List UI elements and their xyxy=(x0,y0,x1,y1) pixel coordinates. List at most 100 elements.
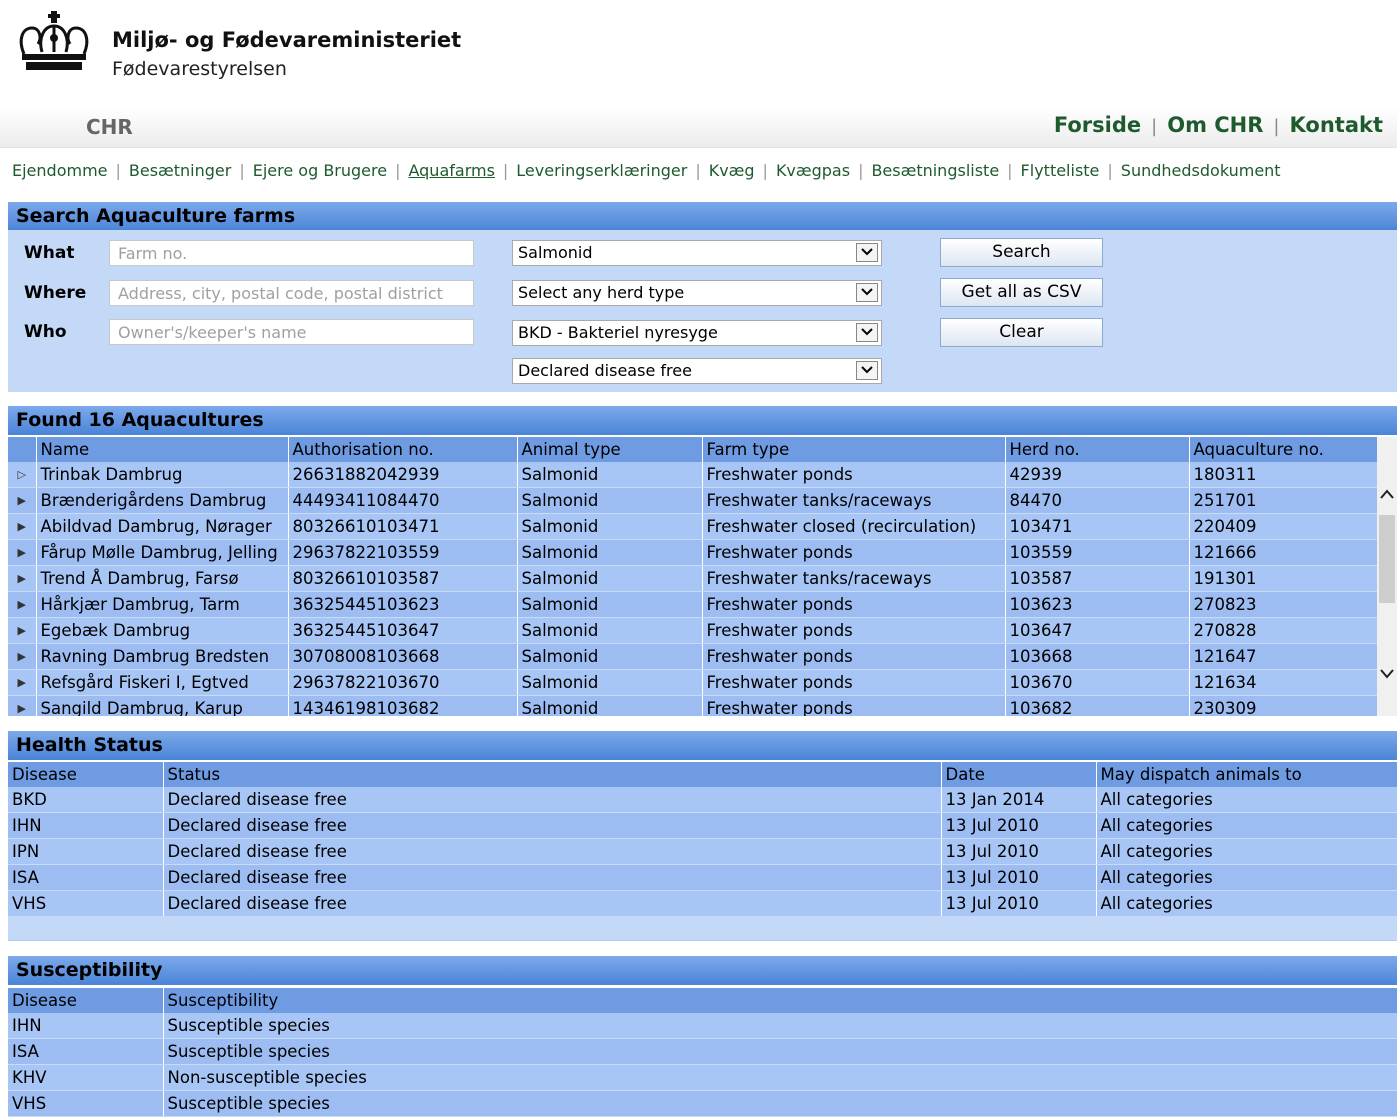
separator: | xyxy=(762,161,768,180)
farm-row[interactable]: ▶ Brænderigårdens Dambrug 44493411084470 Sa… xyxy=(8,487,1378,514)
table-cell: All categories xyxy=(1096,864,1397,891)
health-status-title: Health Status xyxy=(8,731,1397,760)
nav-kvaegpas[interactable]: Kvægpas xyxy=(776,161,850,180)
table-cell: All categories xyxy=(1096,787,1397,813)
animal-type-select[interactable]: Salmonid xyxy=(512,240,882,266)
table-row: BKD Declared disease free 13 Jan 2014 All c… xyxy=(8,787,1397,813)
search-button[interactable]: Search xyxy=(940,238,1103,267)
farm-row[interactable]: ▶ Ravning Dambrug Bredsten 30708008103668 S… xyxy=(8,643,1378,670)
table-cell: Salmonid xyxy=(517,695,703,716)
health-table: Disease Status Date May dispatch animals… xyxy=(8,762,1397,917)
nav-besaetninger[interactable]: Besætninger xyxy=(129,161,231,180)
main-nav: Ejendomme | Besætninger | Ejere og Brugere | A… xyxy=(12,161,1281,180)
farm-row[interactable]: ▶ Egebæk Dambrug 36325445103647 Salmonid Fre… xyxy=(8,617,1378,644)
farm-row[interactable]: ▶ Refsgård Fiskeri I, Egtved 2963782210367… xyxy=(8,669,1378,696)
farm-row[interactable]: ▶ Abildvad Dambrug, Nørager 80326610103471… xyxy=(8,513,1378,540)
row-expand-icon[interactable]: ▶ xyxy=(8,669,37,696)
scrollbar[interactable] xyxy=(1377,437,1397,716)
table-row: ISA Susceptible species xyxy=(8,1038,1397,1065)
table-cell: All categories xyxy=(1096,838,1397,865)
table-cell: Declared disease free xyxy=(163,812,942,839)
nav-ejendomme[interactable]: Ejendomme xyxy=(12,161,108,180)
nav-leveringserklaeringer[interactable]: Leveringserklæringer xyxy=(516,161,687,180)
column-header[interactable]: Animal type xyxy=(517,437,703,462)
chevron-up-icon[interactable] xyxy=(1380,489,1394,499)
farm-row[interactable]: ▶ Trend Å Dambrug, Farsø 80326610103587 Sal… xyxy=(8,565,1378,592)
ministry-name: Miljø- og Fødevareministeriet xyxy=(112,28,462,52)
table-cell: 13 Jul 2010 xyxy=(941,838,1097,865)
row-expand-icon[interactable]: ▶ xyxy=(8,487,37,514)
row-expand-icon[interactable]: ▶ xyxy=(8,513,37,540)
table-row: IHN Susceptible species xyxy=(8,1013,1397,1039)
scroll-thumb[interactable] xyxy=(1379,515,1395,603)
link-forside[interactable]: Forside xyxy=(1054,113,1141,137)
chevron-down-icon[interactable] xyxy=(856,283,878,302)
row-header-cell xyxy=(8,437,37,462)
table-cell: 29637822103559 xyxy=(288,539,518,566)
farm-row[interactable]: ▶ Sangild Dambrug, Karup 14346198103682 Sal… xyxy=(8,695,1378,716)
table-cell: Freshwater ponds xyxy=(702,695,1006,716)
table-row: IHN Declared disease free 13 Jul 2010 All c… xyxy=(8,812,1397,839)
table-cell: 121647 xyxy=(1189,643,1378,670)
farm-row[interactable]: ▶ Hårkjær Dambrug, Tarm 36325445103623 Salm… xyxy=(8,591,1378,618)
nav-ejere-og-brugere[interactable]: Ejere og Brugere xyxy=(253,161,387,180)
row-expand-icon[interactable]: ▶ xyxy=(8,591,37,618)
herd-type-select[interactable]: Select any herd type xyxy=(512,280,882,306)
row-expand-icon[interactable]: ▶ xyxy=(8,565,37,592)
nav-aquafarms[interactable]: Aquafarms xyxy=(408,161,494,180)
column-header[interactable]: Name xyxy=(36,437,289,462)
column-header[interactable]: Authorisation no. xyxy=(288,437,518,462)
chevron-down-icon[interactable] xyxy=(856,361,878,380)
table-cell: Salmonid xyxy=(517,539,703,566)
table-cell: Salmonid xyxy=(517,487,703,514)
farm-row[interactable]: ▶ Fårup Mølle Dambrug, Jelling 29637822103… xyxy=(8,539,1378,566)
column-header[interactable]: Farm type xyxy=(702,437,1006,462)
separator: | xyxy=(115,161,121,180)
nav-sundhedsdokument[interactable]: Sundhedsdokument xyxy=(1121,161,1281,180)
table-cell: 13 Jul 2010 xyxy=(941,890,1097,917)
table-cell: 36325445103647 xyxy=(288,617,518,644)
table-cell: Freshwater tanks/raceways xyxy=(702,487,1006,514)
row-expand-icon[interactable]: ▶ xyxy=(8,617,37,644)
nav-kvaeg[interactable]: Kvæg xyxy=(709,161,755,180)
clear-button[interactable]: Clear xyxy=(940,318,1103,347)
chevron-down-icon[interactable] xyxy=(1380,669,1394,679)
row-expand-icon[interactable]: ▶ xyxy=(8,539,37,566)
table-cell: 121634 xyxy=(1189,669,1378,696)
top-links: Forside | Om CHR | Kontakt xyxy=(1054,113,1383,137)
table-cell: 103668 xyxy=(1005,643,1190,670)
row-expand-icon[interactable]: ▶ xyxy=(8,643,37,670)
chevron-down-icon[interactable] xyxy=(856,243,878,262)
separator: | xyxy=(502,161,509,180)
logo: Miljø- og Fødevareministeriet Fødevarest… xyxy=(0,0,461,105)
table-cell: VHS xyxy=(8,890,164,917)
disease-value: BKD - Bakteriel nyresyge xyxy=(518,323,718,342)
column-header[interactable]: Aquaculture no. xyxy=(1189,437,1378,462)
nav-flytteliste[interactable]: Flytteliste xyxy=(1021,161,1100,180)
csv-button[interactable]: Get all as CSV xyxy=(940,278,1103,307)
status-select[interactable]: Declared disease free xyxy=(512,358,882,384)
disease-select[interactable]: BKD - Bakteriel nyresyge xyxy=(512,320,882,346)
table-cell: 270828 xyxy=(1189,617,1378,644)
status-value: Declared disease free xyxy=(518,361,692,380)
farm-no-input[interactable] xyxy=(109,240,474,266)
separator: | xyxy=(1007,161,1013,180)
link-kontakt[interactable]: Kontakt xyxy=(1290,113,1384,137)
farm-row[interactable]: ▷ Trinbak Dambrug 26631882042939 Salmonid Fr… xyxy=(8,462,1378,488)
table-cell: Declared disease free xyxy=(163,890,942,917)
table-cell: 80326610103587 xyxy=(288,565,518,592)
table-cell: 13 Jul 2010 xyxy=(941,812,1097,839)
column-header[interactable]: Herd no. xyxy=(1005,437,1190,462)
table-cell: 44493411084470 xyxy=(288,487,518,514)
row-expand-icon[interactable]: ▶ xyxy=(8,695,37,716)
owner-input[interactable] xyxy=(109,319,474,345)
chevron-down-icon[interactable] xyxy=(856,323,878,342)
table-cell: Declared disease free xyxy=(163,838,942,865)
table-cell: All categories xyxy=(1096,890,1397,917)
row-expand-icon[interactable]: ▷ xyxy=(8,462,37,488)
column-header: May dispatch animals to xyxy=(1096,762,1397,787)
link-om-chr[interactable]: Om CHR xyxy=(1167,113,1263,137)
nav-besaetningsliste[interactable]: Besætningsliste xyxy=(871,161,999,180)
table-cell: 13 Jul 2010 xyxy=(941,864,1097,891)
address-input[interactable] xyxy=(109,280,474,306)
